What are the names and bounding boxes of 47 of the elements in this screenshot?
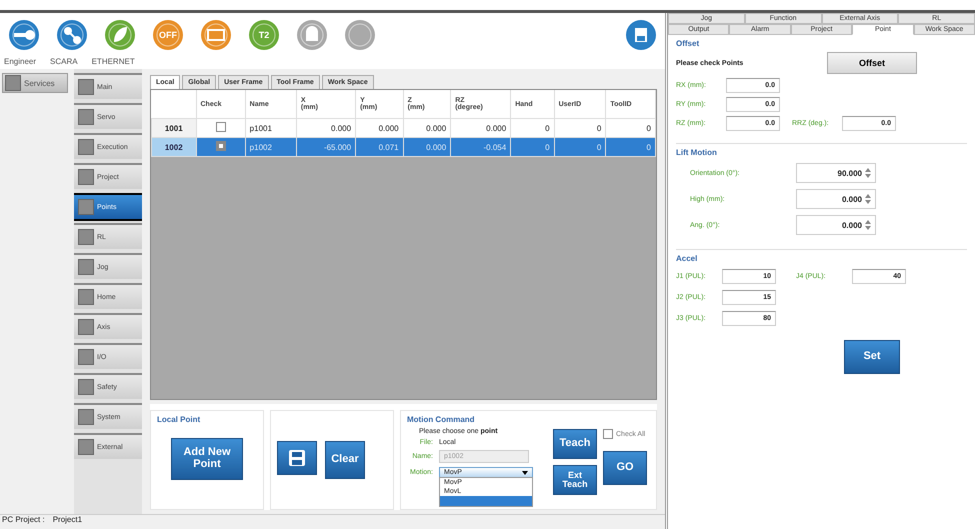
table-cell: 0 bbox=[510, 138, 554, 156]
toolbar-icon[interactable] bbox=[104, 19, 136, 51]
spinner-arrows-icon bbox=[865, 168, 871, 178]
ext-teach-button[interactable]: Ext Teach bbox=[553, 465, 597, 495]
row-header[interactable]: 1002 bbox=[152, 138, 196, 156]
spin-field[interactable]: 0.000 bbox=[796, 189, 876, 209]
toolbar-label: SCARA bbox=[50, 57, 78, 68]
status-text: PC Project : bbox=[2, 515, 45, 526]
table-cell: -65.000 bbox=[296, 138, 356, 156]
spinner-arrows-icon bbox=[865, 194, 871, 204]
toolbar-icon[interactable] bbox=[8, 19, 40, 51]
group-title: Offset bbox=[676, 39, 700, 48]
row-checkbox[interactable] bbox=[216, 141, 226, 151]
group-title: Local Point bbox=[157, 415, 202, 424]
spin-field[interactable]: 0.000 bbox=[796, 215, 876, 235]
group-title: Lift Motion bbox=[676, 148, 718, 157]
table-cell: 0.000 bbox=[403, 138, 451, 156]
status-text: Project1 bbox=[52, 515, 82, 526]
toolbar-icon[interactable] bbox=[56, 19, 88, 51]
offset-button[interactable]: Offset bbox=[827, 52, 917, 74]
toolbar-icon[interactable] bbox=[200, 19, 232, 51]
group-title: Motion Command bbox=[407, 415, 476, 424]
toolbar-label: ETHERNET bbox=[92, 57, 135, 68]
dropdown-arrow-icon bbox=[522, 470, 528, 476]
spin-field[interactable]: 90.000 bbox=[796, 163, 876, 183]
toolbar-icon[interactable] bbox=[344, 19, 376, 51]
toolbar-label: Engineer bbox=[4, 57, 36, 68]
row-checkbox[interactable] bbox=[216, 122, 226, 132]
set-button[interactable]: Set bbox=[844, 340, 900, 374]
add-point-button[interactable]: Add New Point bbox=[171, 438, 243, 480]
teach-button[interactable]: Teach bbox=[553, 429, 597, 459]
save-button[interactable] bbox=[277, 441, 317, 475]
table-cell: 0 bbox=[554, 138, 606, 156]
group-title: Accel bbox=[676, 254, 698, 263]
floppy-icon bbox=[288, 449, 306, 467]
table-cell: -0.054 bbox=[450, 138, 511, 156]
services-button[interactable]: Services bbox=[2, 73, 68, 93]
toolbar-icon[interactable] bbox=[296, 19, 328, 51]
row-header[interactable]: 1001 bbox=[152, 118, 196, 138]
clear-button[interactable]: Clear bbox=[325, 441, 365, 479]
go-button[interactable]: GO bbox=[603, 451, 647, 485]
table-cell: 0.071 bbox=[356, 138, 404, 156]
spinner-arrows-icon bbox=[865, 220, 871, 230]
table-cell: 0 bbox=[606, 138, 656, 156]
table-cell: p1002 bbox=[245, 138, 296, 156]
save-icon[interactable] bbox=[625, 19, 657, 51]
checkbox[interactable] bbox=[603, 429, 613, 439]
